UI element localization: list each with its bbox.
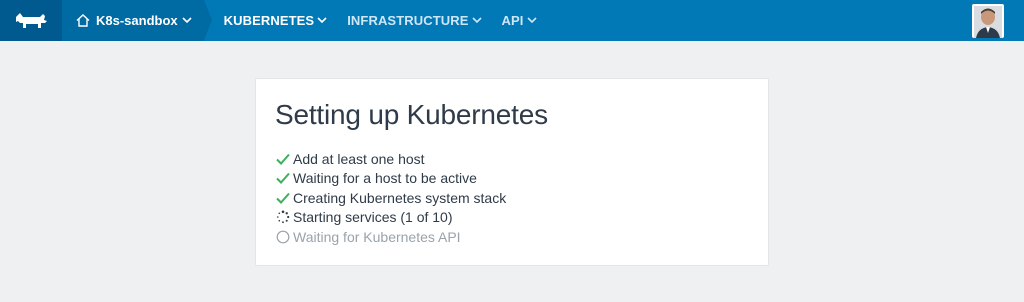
step-label: Creating Kubernetes system stack	[293, 189, 507, 206]
list-item: Waiting for Kubernetes API	[275, 227, 749, 247]
environment-selector[interactable]: K8s-sandbox	[62, 0, 212, 41]
list-item: Creating Kubernetes system stack	[275, 188, 749, 208]
step-label: Waiting for a host to be active	[293, 170, 477, 187]
page-title: Setting up Kubernetes	[275, 99, 548, 130]
check-icon	[275, 190, 291, 206]
list-item: Starting services (1 of 10)	[275, 208, 749, 228]
step-label: Starting services (1 of 10)	[293, 209, 453, 226]
nav-api[interactable]: API	[492, 0, 547, 41]
nav-kubernetes-label: KUBERNETES	[223, 13, 315, 28]
chevron-down-icon	[471, 17, 482, 24]
rancher-logo-icon[interactable]	[0, 0, 62, 41]
chevron-down-icon	[182, 17, 192, 24]
top-navigation-bar: K8s-sandbox KUBERNETES INFRASTRUCTURE AP…	[0, 0, 1024, 41]
step-label: Add at least one host	[293, 150, 425, 167]
spinner-icon	[275, 209, 291, 225]
setup-steps-list: Add at least one host Waiting for a host…	[275, 149, 749, 247]
list-item: Waiting for a host to be active	[275, 169, 749, 189]
setup-progress-card: Setting up Kubernetes Add at least one h…	[255, 78, 769, 266]
home-icon	[76, 14, 90, 27]
user-menu[interactable]	[972, 0, 1024, 41]
list-item: Add at least one host	[275, 149, 749, 169]
nav-infrastructure[interactable]: INFRASTRUCTURE	[337, 0, 491, 41]
check-icon	[275, 170, 291, 186]
environment-name: K8s-sandbox	[96, 13, 178, 28]
circle-icon	[275, 229, 291, 245]
check-icon	[275, 151, 291, 167]
nav-infrastructure-label: INFRASTRUCTURE	[347, 13, 469, 28]
step-label: Waiting for Kubernetes API	[293, 228, 461, 245]
nav-api-label: API	[501, 13, 524, 28]
chevron-down-icon	[317, 17, 327, 24]
avatar[interactable]	[972, 3, 1004, 38]
chevron-down-icon	[526, 17, 537, 24]
nav-kubernetes[interactable]: KUBERNETES	[214, 0, 338, 41]
